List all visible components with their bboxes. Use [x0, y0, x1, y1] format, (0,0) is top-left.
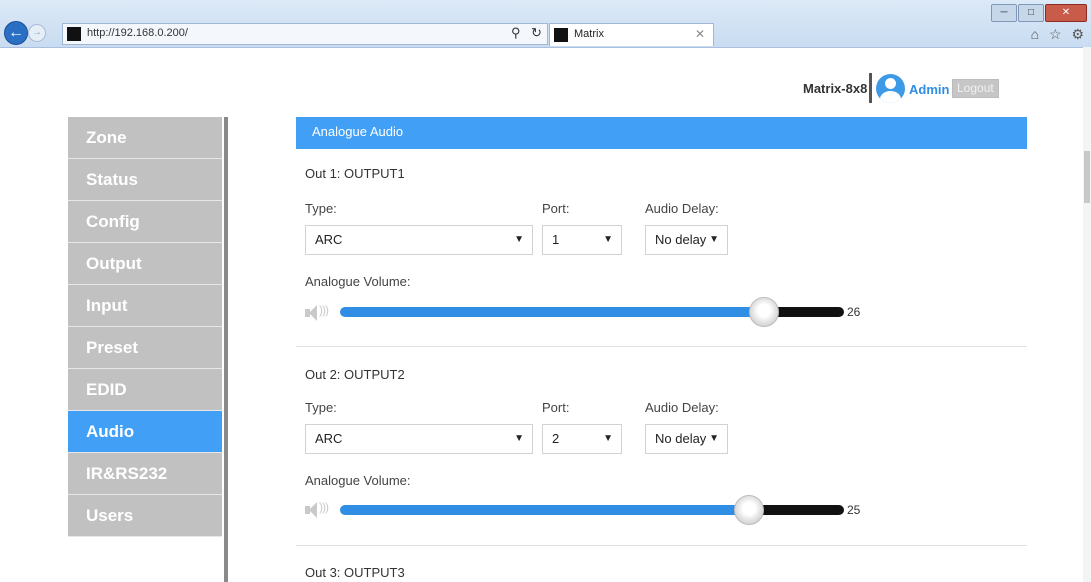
output-divider — [296, 545, 1027, 546]
chevron-down-icon: ▼ — [709, 234, 719, 245]
port-label: Port: — [542, 400, 570, 415]
analogue-volume-label: Analogue Volume: — [305, 274, 411, 289]
minimize-button[interactable]: ─ — [991, 4, 1017, 22]
sidebar-item-input[interactable]: Input — [68, 285, 222, 327]
browser-chrome: ← → http://192.168.0.200/ ⚲ ↻ Matrix ✕ ─… — [0, 0, 1091, 48]
type-select[interactable]: ARC ▼ — [305, 225, 533, 255]
user-avatar-icon — [876, 74, 905, 103]
volume-value: 26 — [847, 305, 861, 319]
page-scrollbar[interactable] — [1083, 47, 1091, 582]
device-name: Matrix-8x8 — [803, 81, 868, 96]
sidebar-item-zone[interactable]: Zone — [68, 117, 222, 159]
content-divider — [224, 117, 228, 582]
chevron-down-icon: ▼ — [514, 433, 524, 444]
output-title: Out 2: OUTPUT2 — [305, 367, 405, 382]
output-divider — [296, 346, 1027, 347]
close-window-button[interactable]: ✕ — [1045, 4, 1087, 22]
speaker-icon[interactable]: ))) — [305, 500, 331, 519]
port-select[interactable]: 2 ▼ — [542, 424, 622, 454]
output-title: Out 1: OUTPUT1 — [305, 166, 405, 181]
audio-delay-select[interactable]: No delay ▼ — [645, 225, 728, 255]
sidebar-item-edid[interactable]: EDID — [68, 369, 222, 411]
section-title: Analogue Audio — [296, 117, 1027, 149]
chevron-down-icon: ▼ — [514, 234, 524, 245]
refresh-icon[interactable]: ↻ — [531, 25, 542, 41]
volume-slider-handle[interactable] — [734, 495, 764, 525]
site-favicon-icon — [67, 27, 81, 41]
chevron-down-icon: ▼ — [603, 433, 613, 444]
back-arrow-icon[interactable]: ← — [4, 21, 28, 45]
user-name: Admin — [909, 82, 950, 97]
volume-slider-fill[interactable] — [340, 307, 766, 317]
chevron-down-icon: ▼ — [709, 433, 719, 444]
volume-slider-track[interactable] — [750, 505, 844, 515]
tab-favicon-icon — [554, 28, 568, 42]
tab-title: Matrix — [574, 28, 604, 40]
analogue-volume-label: Analogue Volume: — [305, 473, 411, 488]
volume-slider-handle[interactable] — [749, 297, 779, 327]
chevron-down-icon: ▼ — [603, 234, 613, 245]
browser-tab[interactable]: Matrix ✕ — [549, 23, 714, 46]
audio-delay-select[interactable]: No delay ▼ — [645, 424, 728, 454]
browser-toolbar-icons[interactable]: ⌂ ☆ ⚙ — [1031, 26, 1087, 43]
sidebar-item-ir-rs232[interactable]: IR&RS232 — [68, 453, 222, 495]
sidebar-item-audio[interactable]: Audio — [68, 411, 222, 453]
output-title: Out 3: OUTPUT3 — [305, 565, 405, 580]
window-controls: ─ □ ✕ — [990, 2, 1087, 22]
sidebar-item-config[interactable]: Config — [68, 201, 222, 243]
type-label: Type: — [305, 201, 337, 216]
logout-button[interactable]: Logout — [952, 79, 999, 98]
address-bar[interactable]: http://192.168.0.200/ ⚲ ↻ — [62, 23, 548, 45]
search-icon[interactable]: ⚲ — [511, 25, 521, 41]
port-select[interactable]: 1 ▼ — [542, 225, 622, 255]
sidebar-item-preset[interactable]: Preset — [68, 327, 222, 369]
audio-delay-label: Audio Delay: — [645, 201, 719, 216]
sidebar-item-users[interactable]: Users — [68, 495, 222, 537]
type-label: Type: — [305, 400, 337, 415]
sidebar-item-output[interactable]: Output — [68, 243, 222, 285]
volume-value: 25 — [847, 503, 861, 517]
header-divider — [869, 73, 872, 103]
speaker-icon[interactable]: ))) — [305, 303, 331, 322]
scrollbar-thumb[interactable] — [1084, 151, 1090, 203]
port-label: Port: — [542, 201, 570, 216]
volume-slider-fill[interactable] — [340, 505, 750, 515]
sidebar-item-status[interactable]: Status — [68, 159, 222, 201]
forward-arrow-icon[interactable]: → — [28, 24, 46, 42]
tab-close-icon[interactable]: ✕ — [695, 27, 705, 41]
sidebar-nav: Zone Status Config Output Input Preset E… — [68, 117, 222, 537]
url-text[interactable]: http://192.168.0.200/ — [87, 27, 188, 39]
type-select[interactable]: ARC ▼ — [305, 424, 533, 454]
audio-delay-label: Audio Delay: — [645, 400, 719, 415]
maximize-button[interactable]: □ — [1018, 4, 1044, 22]
